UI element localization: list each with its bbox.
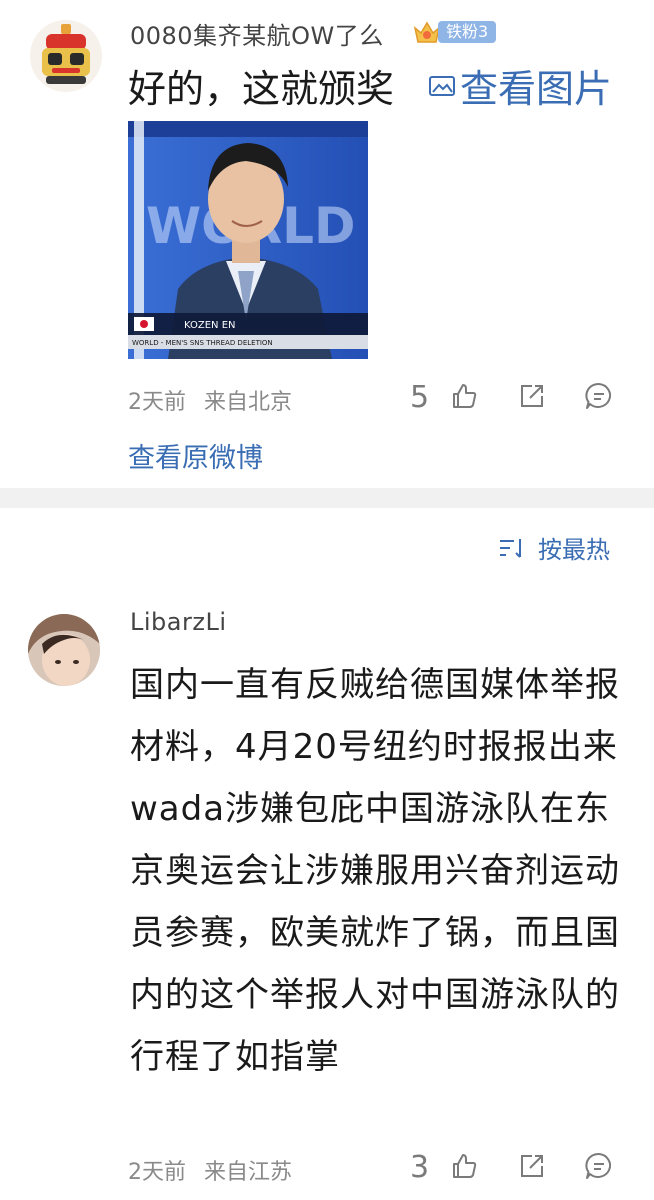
post-meta: 2天前 来自北京 [128, 384, 292, 416]
like-button[interactable] [450, 382, 478, 414]
section-divider [0, 488, 654, 508]
share-button[interactable] [518, 382, 546, 414]
comment-icon [585, 382, 612, 409]
image-icon [429, 75, 455, 96]
like-count: 5 [410, 380, 430, 415]
sort-toggle[interactable]: 按最热 [498, 530, 610, 565]
badge-label: 铁粉3 [438, 21, 497, 43]
avatar[interactable] [30, 20, 102, 92]
comment-like-count: 3 [410, 1150, 430, 1185]
comment-time: 2天前 [128, 1160, 186, 1185]
post-actions: 5 [410, 380, 614, 415]
comment-share-button[interactable] [518, 1152, 546, 1184]
view-image-label: 查看图片 [460, 67, 613, 111]
post-time: 2天前 [128, 390, 186, 415]
caption-name: KOZEN EN [184, 320, 236, 331]
comment-content: 国内一直有反贼给德国媒体举报材料，4月20号纽约时报报出来wada涉嫌包庇中国游… [130, 665, 620, 1077]
caption-sub: WORLD - MEN'S SNS THREAD DELETION [132, 339, 273, 347]
post-username[interactable]: 0080集齐某航OW了么 [130, 16, 384, 51]
comment-username[interactable]: LibarzLi [130, 608, 226, 636]
comment-meta: 2天前 来自江苏 [128, 1154, 292, 1186]
comment-like-button[interactable] [450, 1152, 478, 1184]
thumb-up-icon [453, 383, 477, 408]
news-photo: WORLD KOZEN EN WORLD - MEN'S SNS THREAD … [128, 121, 368, 359]
comment-avatar[interactable] [28, 614, 100, 686]
baby-avatar-icon [28, 614, 100, 686]
thumb-up-icon [453, 1153, 477, 1178]
view-image-link[interactable]: 查看图片 [428, 58, 612, 113]
comment-icon [585, 1152, 612, 1179]
share-icon [521, 1154, 543, 1177]
post-source: 来自北京 [204, 390, 293, 415]
post-card: 0080集齐某航OW了么 铁粉3 好的，这就颁奖 查看图片 WORLD [0, 0, 654, 488]
share-icon [521, 384, 543, 407]
sort-label: 按最热 [538, 536, 610, 564]
comment-button[interactable] [584, 381, 614, 415]
comment-source: 来自江苏 [204, 1160, 293, 1185]
fan-badge[interactable]: 铁粉3 [412, 18, 497, 46]
sort-icon [500, 538, 521, 558]
post-photo[interactable]: WORLD KOZEN EN WORLD - MEN'S SNS THREAD … [128, 121, 368, 359]
post-content: 好的，这就颁奖 [128, 67, 395, 111]
robot-avatar-icon [30, 20, 102, 92]
comment-reply-button[interactable] [584, 1151, 614, 1185]
view-original-link[interactable]: 查看原微博 [128, 436, 263, 475]
comment-actions: 3 [410, 1150, 614, 1185]
